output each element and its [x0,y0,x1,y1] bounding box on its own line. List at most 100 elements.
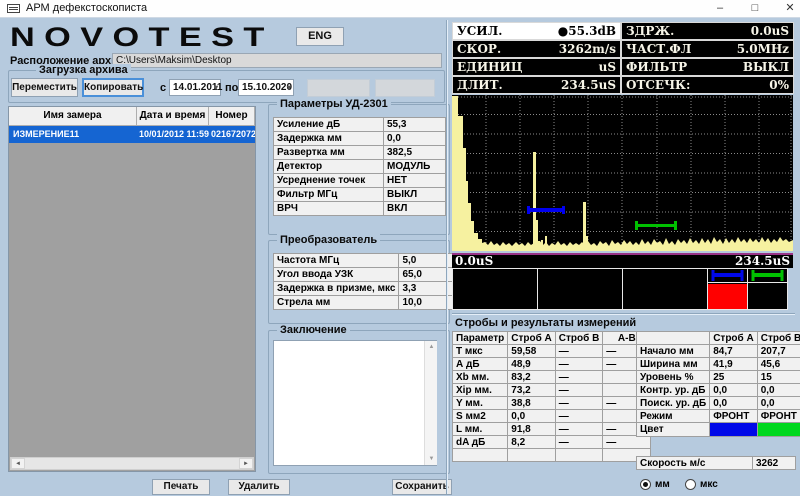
readout-value: 0.0uS [751,23,789,39]
date-to-select[interactable]: 15.10.2020 ▾ [238,79,294,96]
param-label: Развертка мм [274,146,384,160]
device-params-table: Усиление дБ55,3 Задержка мм0,0 Развертка… [273,117,446,216]
table-row: Y мм.38,8—— [453,397,651,410]
date-from-label: с [160,82,166,94]
knob-icon: ● [558,24,568,38]
readout-frequency[interactable]: ЧАСТ.ФЛ 5.0MHz [621,40,794,58]
units-mm-radio[interactable] [640,479,651,490]
conclusion-scrollbar[interactable]: ▲ ▼ [424,341,437,465]
list-item-name[interactable]: ИЗМЕРЕНИЕ11 [9,126,137,143]
ascan-waveform [452,95,793,251]
readout-label: ЕДИНИЦ [457,59,522,75]
table-row: Начало мм84,7207,7 [637,345,800,358]
gate-b-status-cell [747,268,788,310]
disabled-field-1 [307,79,370,97]
units-us-radio[interactable] [685,479,696,490]
param-value: 0,0 [384,132,446,146]
print-button[interactable]: Печать [152,479,210,495]
list-item-datetime[interactable]: 10/01/2012 11:59 [137,126,209,143]
measurement-list: Имя замера Дата и время Номер ИЗМЕРЕНИЕ1… [8,106,256,472]
scroll-right-icon[interactable]: ► [239,458,253,469]
eng-button[interactable]: ENG [296,27,344,46]
readout-value: 234.5uS [561,77,616,93]
gate-status-cell-3 [622,268,708,310]
scroll-up-icon[interactable]: ▲ [425,341,438,353]
gate-a-icon [708,269,747,283]
date-from-select[interactable]: 14.01.2011 ▾ [169,79,221,96]
conclusion-textarea[interactable] [273,340,437,466]
table-row: Т мкс59,58—— [453,345,651,358]
scroll-left-icon[interactable]: ◄ [11,458,25,469]
device-params-title: Параметры УД-2301 [277,98,391,110]
table-row: А дБ48,9—— [453,358,651,371]
param-label: Задержка мм [274,132,384,146]
archive-path-field[interactable]: C:\Users\Maksim\Desktop [112,53,442,68]
strobe-results-table: Параметр Строб А Строб В А-В Т мкс59,58—… [452,331,651,462]
readout-duration[interactable]: ДЛИТ. 234.5uS [452,76,621,94]
readout-value: ●55.3dB [558,23,616,39]
ascan-scale: 0.0uS 234.5uS [452,253,793,268]
column-header-name[interactable]: Имя замера [9,107,137,126]
gate-b-color-swatch [758,423,800,436]
scroll-down-icon[interactable]: ▼ [425,453,438,465]
save-button[interactable]: Сохранить [392,479,452,495]
copy-button[interactable]: Копировать [82,78,144,97]
readout-label: СКОР. [457,41,501,57]
units-mm-label: мм [655,479,670,490]
transducer-title: Преобразователь [277,234,380,246]
strobes-section-title: Стробы и результаты измерений [455,317,636,329]
date-to-value: 15.10.2020 [242,82,292,93]
transducer-table: Частота МГц5,0 Угол ввода УЗК65,0 Задерж… [273,253,461,310]
gate-a-status-cell [707,268,748,310]
settings-col-blank [637,332,710,345]
velocity-value: 3262 [753,457,796,470]
table-row: Ширина мм41,945,6 [637,358,800,371]
readout-filter[interactable]: ФИЛЬТР ВЫКЛ [621,58,794,76]
readout-gain[interactable]: УСИЛ. ●55.3dB [452,22,621,40]
close-button[interactable]: ✕ [775,0,800,18]
param-value: ВКЛ [384,202,446,216]
gate-status-cell-2 [537,268,623,310]
readout-value: 3262m/s [559,41,616,57]
color-row-label: Цвет [637,423,710,437]
list-item-number[interactable]: 0216720720 [209,126,255,143]
minimize-button[interactable]: – [705,0,735,18]
table-row: Уровень %2515 [637,371,800,384]
column-header-datetime[interactable]: Дата и время [137,107,209,126]
readout-panel: УСИЛ. ●55.3dB ЗДРЖ. 0.0uS СКОР. 3262m/s … [452,22,794,94]
column-header-number[interactable]: Номер [209,107,255,126]
window-title: АРМ дефекстоскописта [26,2,147,14]
ascan-display [452,95,793,251]
date-to-label: по [225,82,238,94]
app-icon [7,4,20,13]
readout-cutoff[interactable]: ОТСЕЧК: 0% [621,76,794,94]
readout-label: ФИЛЬТР [626,59,687,75]
table-row: Цвет [637,423,800,437]
list-horizontal-scrollbar[interactable]: ◄ ► [10,457,254,470]
param-label: Стрела мм [274,296,399,310]
table-row [453,449,651,462]
chevron-down-icon: ▾ [287,83,291,92]
param-label: Детектор [274,160,384,174]
move-button[interactable]: Переместить [11,78,78,97]
gate-status-cell-1 [452,268,538,310]
settings-col-gate-a: Строб А [710,332,758,345]
strobe-settings-table: Строб А Строб В Начало мм84,7207,7 Ширин… [636,331,800,437]
readout-units[interactable]: ЕДИНИЦ uS [452,58,621,76]
maximize-button[interactable]: □ [740,0,770,18]
gate-b-icon [748,269,787,283]
readout-label: УСИЛ. [457,23,502,39]
scale-end: 234.5uS [735,255,790,268]
param-label: Усиление дБ [274,118,384,132]
section-divider [452,313,795,315]
table-row: Поиск. ур. дБ0,00,0 [637,397,800,410]
delete-button[interactable]: Удалить [228,479,290,495]
scale-start: 0.0uS [455,255,493,268]
gate-a-alarm-indicator [708,284,747,309]
chevron-down-icon: ▾ [214,83,218,92]
param-label: Угол ввода УЗК [274,268,399,282]
readout-velocity[interactable]: СКОР. 3262m/s [452,40,621,58]
readout-delay[interactable]: ЗДРЖ. 0.0uS [621,22,794,40]
table-row: dA дБ8,2—— [453,436,651,449]
units-us-label: мкс [700,479,718,490]
